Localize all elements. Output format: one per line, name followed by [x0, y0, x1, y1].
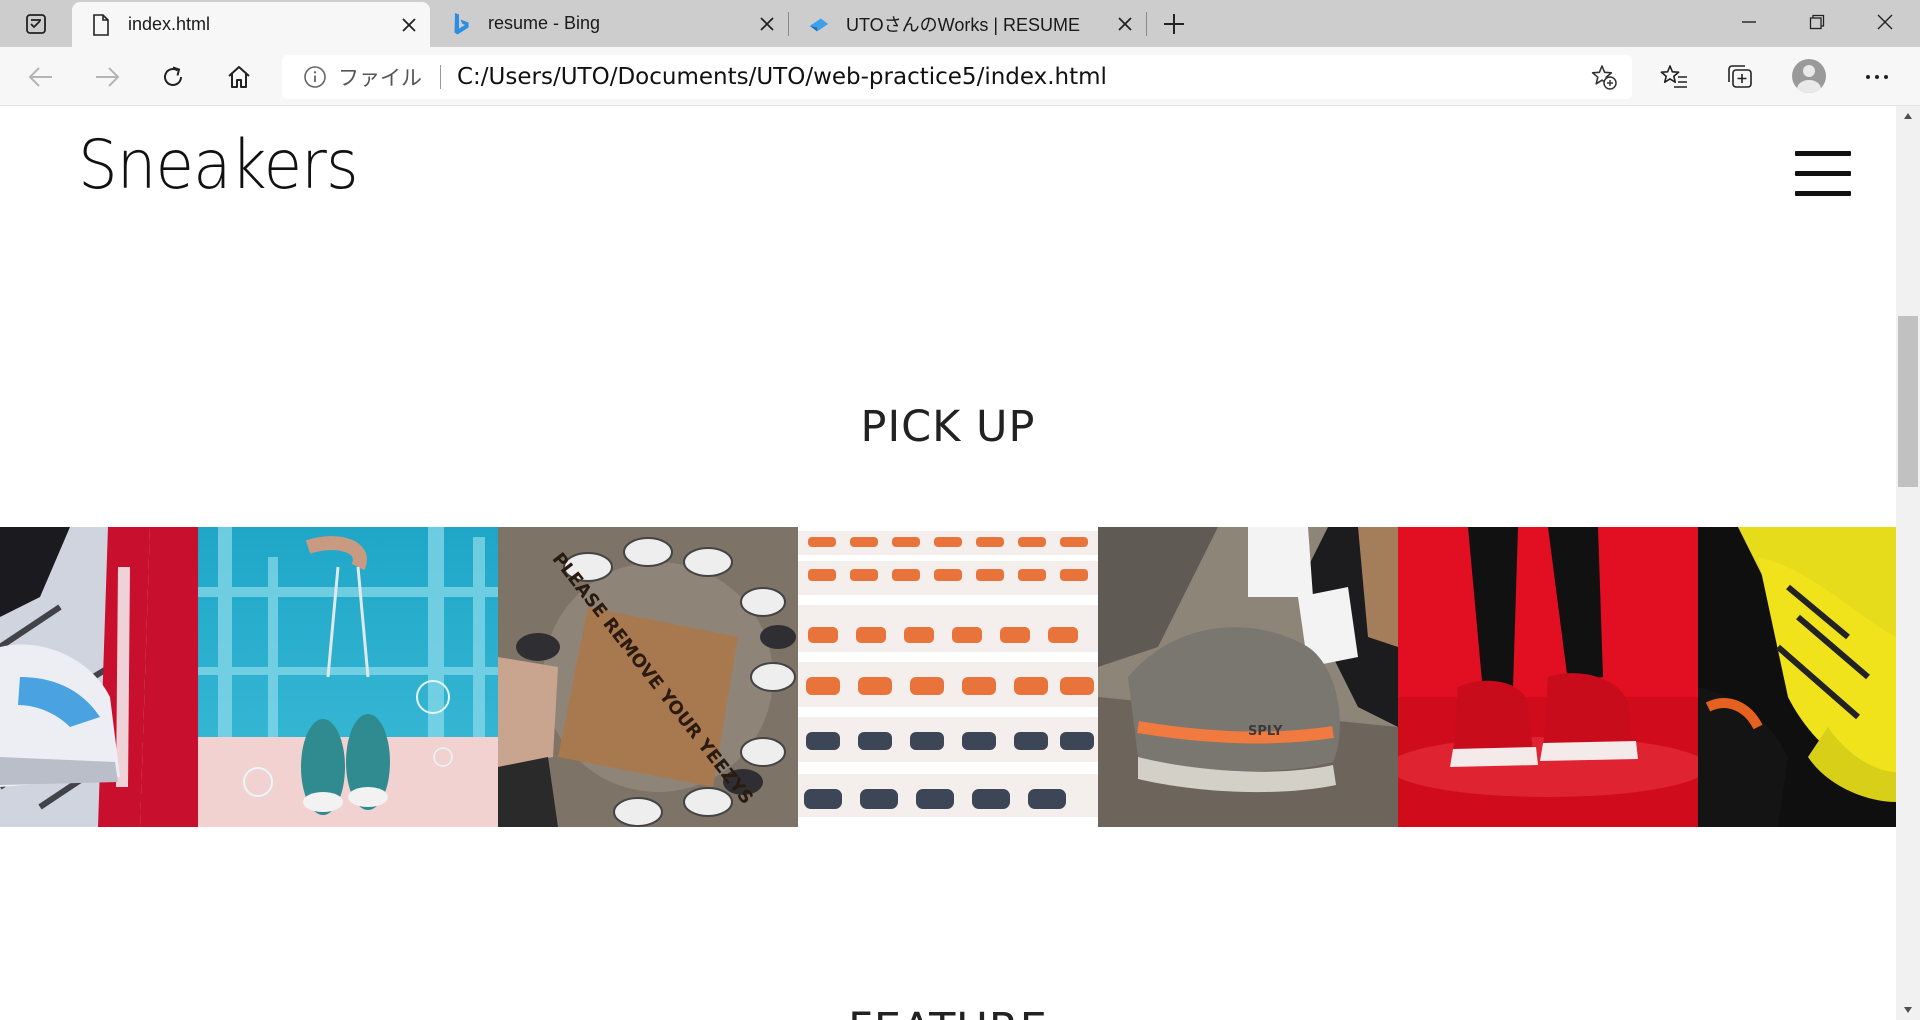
tab-title: index.html	[128, 14, 211, 34]
tab-bing[interactable]: resume - Bing	[432, 0, 788, 47]
close-tab-button[interactable]	[394, 10, 424, 40]
scroll-up-button[interactable]	[1896, 106, 1920, 126]
close-window-button[interactable]	[1852, 0, 1918, 44]
tab-index-html[interactable]: index.html	[72, 2, 430, 47]
close-icon	[1877, 14, 1893, 30]
favorites-icon	[1660, 65, 1687, 88]
gallery-photo-doormat-yeezys[interactable]: PLEASE REMOVE YOUR YEEZYS	[498, 527, 798, 827]
tab-separator	[788, 12, 789, 36]
collections-icon	[1728, 65, 1752, 88]
pickup-gallery: PLEASE REMOVE YOUR YEEZYS SPLY	[0, 527, 1896, 827]
gallery-photo-yeezy-sply[interactable]: SPLY	[1098, 527, 1398, 827]
plus-icon	[1164, 14, 1184, 34]
scrollbar-thumb[interactable]	[1898, 316, 1918, 487]
tab-title: resume - Bing	[488, 13, 601, 33]
add-favorite-button[interactable]	[1588, 61, 1620, 93]
minimize-button[interactable]	[1716, 0, 1782, 44]
arrow-left-icon	[28, 67, 52, 87]
site-icon	[808, 13, 830, 35]
settings-more-button[interactable]	[1856, 56, 1898, 98]
page-icon	[90, 13, 112, 36]
tab-actions-menu-button[interactable]	[16, 10, 56, 38]
minimize-icon	[1742, 21, 1756, 23]
close-tab-button[interactable]	[1110, 9, 1140, 39]
info-icon[interactable]	[302, 64, 328, 90]
page-viewport: Sneakers PICK UP PLEASE REMOVE YOUR YEEZ…	[0, 106, 1896, 1020]
close-icon	[402, 17, 416, 32]
gallery-photo-yellow-sneaker[interactable]	[1698, 527, 1896, 827]
forward-button[interactable]	[86, 56, 128, 98]
profile-avatar[interactable]	[1792, 59, 1826, 93]
caret-up-icon	[1904, 113, 1912, 119]
gallery-photo-sneaker-wall[interactable]	[798, 527, 1098, 827]
hamburger-menu-button[interactable]	[1795, 151, 1851, 197]
close-tab-button[interactable]	[752, 9, 782, 39]
browser-toolbar: ファイル C:/Users/UTO/Documents/UTO/web-prac…	[0, 47, 1920, 106]
close-icon	[1118, 16, 1132, 31]
back-button[interactable]	[20, 56, 62, 98]
address-bar[interactable]: ファイル C:/Users/UTO/Documents/UTO/web-prac…	[282, 55, 1632, 99]
refresh-button[interactable]	[152, 56, 194, 98]
star-add-icon	[1591, 65, 1617, 90]
url-scheme-label: ファイル	[338, 66, 422, 90]
gallery-photo-red-jordans[interactable]	[1398, 527, 1698, 827]
favorites-button[interactable]	[1653, 56, 1695, 98]
restore-button[interactable]	[1784, 0, 1850, 44]
bing-icon	[450, 12, 472, 35]
url-text[interactable]: C:/Users/UTO/Documents/UTO/web-practice5…	[457, 64, 1588, 90]
gallery-photo-supreme-sneaker[interactable]	[0, 527, 198, 827]
sply-text: SPLY	[1248, 724, 1283, 739]
collections-button[interactable]	[1719, 56, 1761, 98]
gallery-photo-teal-sneakers[interactable]	[198, 527, 498, 827]
scroll-down-button[interactable]	[1896, 1000, 1920, 1020]
site-logo[interactable]: Sneakers	[78, 126, 359, 205]
page-scrollbar[interactable]	[1896, 106, 1920, 1020]
tab-uto-works[interactable]: UTOさんのWorks | RESUME	[790, 0, 1146, 47]
tab-title: UTOさんのWorks | RESUME	[846, 14, 1081, 35]
feature-heading: FEATURE	[0, 1004, 1896, 1020]
more-dots-icon	[1866, 75, 1888, 79]
menu-icon-line	[1795, 151, 1851, 156]
refresh-icon	[164, 66, 182, 86]
caret-down-icon	[1904, 1007, 1912, 1013]
new-tab-button[interactable]	[1156, 7, 1192, 41]
home-icon	[228, 66, 250, 88]
tab-actions-icon	[26, 14, 46, 34]
menu-icon-line	[1795, 171, 1851, 176]
restore-icon	[1809, 14, 1825, 30]
address-divider	[440, 65, 441, 89]
tab-separator	[1146, 12, 1147, 36]
close-icon	[760, 16, 774, 31]
home-button[interactable]	[218, 56, 260, 98]
tab-strip: index.html resume - Bing UTOさんのWorks | R…	[0, 0, 1920, 47]
menu-icon-line	[1795, 191, 1851, 196]
arrow-right-icon	[96, 67, 120, 87]
pickup-heading: PICK UP	[860, 402, 1036, 452]
